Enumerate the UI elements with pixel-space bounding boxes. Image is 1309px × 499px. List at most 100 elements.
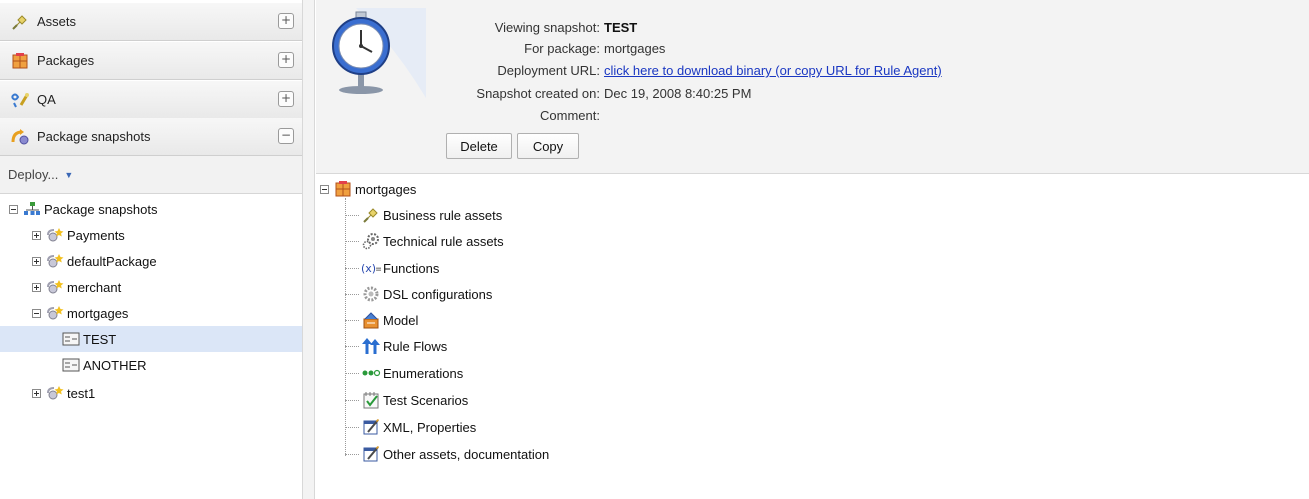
snapshot-package-icon	[46, 279, 64, 295]
technical-rule-icon	[361, 232, 381, 250]
test-scenarios-icon	[361, 391, 381, 409]
expand-qa-button[interactable]: +	[278, 91, 294, 107]
tree-item-mortgages[interactable]: mortgages	[32, 302, 128, 324]
snapshot-info-panel: Viewing snapshot: TEST For package: mort…	[316, 0, 1309, 174]
asset-category-label: Technical rule assets	[383, 233, 504, 249]
asset-category-label: Business rule assets	[383, 207, 503, 223]
asset-category-enumerations[interactable]: Enumerations	[361, 362, 463, 384]
tree-item-merchant[interactable]: merchant	[32, 276, 121, 298]
asset-category-dsl-configurations[interactable]: DSL configurations	[361, 283, 492, 305]
expand-toggle-icon[interactable]	[32, 230, 41, 240]
selected-row-highlight	[0, 326, 302, 352]
dsl-icon	[361, 285, 381, 303]
asset-category-label: XML, Properties	[383, 419, 477, 435]
tree-snapshot-label: ANOTHER	[83, 357, 147, 373]
tree-snapshot-another[interactable]: ANOTHER	[62, 354, 147, 376]
collapse-package-snapshots-button[interactable]: −	[278, 128, 294, 144]
section-assets-label: Assets	[37, 14, 77, 29]
tree-guide-line	[345, 373, 359, 374]
tree-snapshot-test[interactable]: TEST	[62, 328, 116, 350]
stopwatch-icon	[326, 8, 426, 98]
asset-category-label: Test Scenarios	[383, 392, 469, 408]
tree-item-payments[interactable]: Payments	[32, 224, 125, 246]
section-qa-label: QA	[37, 92, 56, 107]
tree-root-package-snapshots[interactable]: Package snapshots	[9, 198, 157, 220]
svg-text:=: =	[375, 264, 381, 275]
expand-toggle-icon[interactable]	[32, 282, 41, 292]
download-binary-link[interactable]: click here to download binary (or copy U…	[604, 63, 942, 78]
deployment-url-label: Deployment URL:	[497, 63, 600, 78]
tree-item-test1[interactable]: test1	[32, 382, 95, 404]
tree-item-label: defaultPackage	[67, 253, 157, 269]
viewing-snapshot-row: Viewing snapshot: TEST	[426, 20, 638, 40]
rule-flows-icon	[361, 337, 381, 355]
asset-category-technical-rules[interactable]: Technical rule assets	[361, 230, 504, 252]
asset-category-test-scenarios[interactable]: Test Scenarios	[361, 389, 468, 411]
other-assets-icon	[361, 445, 381, 463]
tree-guide-line	[345, 294, 359, 295]
functions-icon: (x) =	[361, 259, 381, 277]
asset-category-functions[interactable]: (x) = Functions	[361, 257, 439, 279]
snapshot-created-value: Dec 19, 2008 8:40:25 PM	[604, 86, 752, 101]
asset-category-model[interactable]: Model	[361, 309, 418, 331]
tree-item-label: Payments	[67, 227, 125, 243]
tree-item-label: mortgages	[67, 305, 129, 321]
expand-packages-button[interactable]: +	[278, 52, 294, 68]
tree-item-defaultpackage[interactable]: defaultPackage	[32, 250, 157, 272]
copy-button[interactable]: Copy	[517, 133, 579, 159]
collapse-toggle-icon[interactable]	[32, 308, 41, 318]
tree-guide-line	[345, 320, 359, 321]
viewing-snapshot-label: Viewing snapshot:	[494, 20, 600, 35]
viewing-snapshot-value: TEST	[604, 20, 638, 35]
collapse-toggle-icon[interactable]	[320, 184, 329, 194]
for-package-value: mortgages	[604, 41, 666, 56]
tree-guide-line	[345, 454, 359, 455]
expand-toggle-icon[interactable]	[32, 256, 41, 266]
asset-category-label: DSL configurations	[383, 286, 493, 302]
comment-label: Comment:	[540, 108, 600, 123]
snapshot-package-icon	[46, 253, 64, 269]
section-package-snapshots[interactable]: Package snapshots −	[0, 118, 302, 156]
enumerations-icon	[361, 364, 381, 382]
xml-properties-icon	[361, 418, 381, 436]
tree-guide-line	[345, 400, 359, 401]
deploy-menu[interactable]: Deploy... ▼	[8, 167, 73, 182]
asset-category-label: Functions	[383, 260, 440, 276]
section-packages[interactable]: Packages +	[0, 42, 302, 80]
asset-category-label: Rule Flows	[383, 338, 448, 354]
tree-root-label: Package snapshots	[44, 201, 158, 217]
for-package-label: For package:	[524, 41, 600, 56]
snapshot-icon	[62, 331, 80, 347]
section-qa[interactable]: QA +	[0, 81, 302, 119]
expand-assets-button[interactable]: +	[278, 13, 294, 29]
package-icon	[333, 180, 353, 198]
asset-category-xml-properties[interactable]: XML, Properties	[361, 416, 476, 438]
packages-icon	[9, 51, 31, 71]
collapse-toggle-icon[interactable]	[9, 204, 18, 214]
comment-row: Comment:	[426, 108, 604, 128]
tree-guide-line	[345, 427, 359, 428]
section-assets[interactable]: Assets +	[0, 3, 302, 41]
expand-toggle-icon[interactable]	[32, 388, 41, 398]
asset-category-label: Enumerations	[383, 365, 464, 381]
asset-category-rule-flows[interactable]: Rule Flows	[361, 335, 447, 357]
asset-category-business-rules[interactable]: Business rule assets	[361, 204, 502, 226]
snapshot-package-icon	[46, 385, 64, 401]
tree-guide-line	[345, 346, 359, 347]
tree-guide-line	[345, 198, 346, 456]
panel-splitter[interactable]	[302, 0, 315, 499]
asset-category-other-assets[interactable]: Other assets, documentation	[361, 443, 549, 465]
snapshot-icon	[62, 357, 80, 373]
business-rule-icon	[361, 206, 381, 224]
snapshot-package-icon	[46, 227, 64, 243]
delete-button[interactable]: Delete	[446, 133, 512, 159]
qa-icon	[9, 90, 31, 110]
for-package-row: For package: mortgages	[426, 41, 665, 61]
tree-item-label: test1	[67, 385, 96, 401]
asset-tree-root-mortgages[interactable]: mortgages	[320, 178, 416, 200]
snapshot-created-row: Snapshot created on: Dec 19, 2008 8:40:2…	[426, 86, 751, 106]
section-packages-label: Packages	[37, 53, 95, 68]
section-package-snapshots-label: Package snapshots	[37, 129, 151, 144]
tree-guide-line	[345, 268, 359, 269]
package-snapshots-icon	[9, 127, 31, 147]
